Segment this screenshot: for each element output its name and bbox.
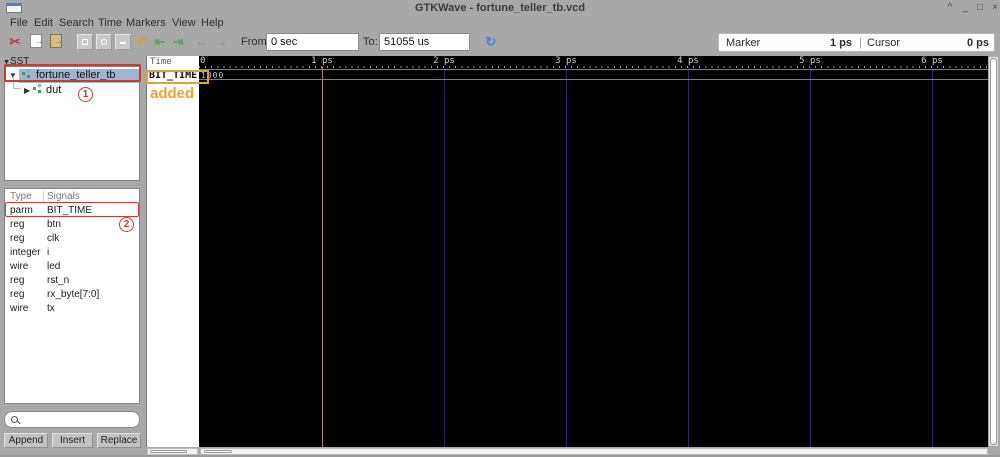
expander-right-icon[interactable]: ▶ (24, 83, 30, 98)
zoom-fit-icon[interactable] (77, 34, 93, 50)
annotation-box-tree-selection (4, 64, 141, 82)
zoom-in-icon[interactable] (96, 34, 112, 50)
signal-row-clk[interactable]: reg clk (5, 232, 139, 246)
zoom-to-start-icon[interactable]: ⇤ (152, 34, 168, 51)
vscroll-thumb[interactable] (990, 58, 997, 445)
annotation-box-added-trace (146, 70, 209, 84)
waveform-canvas[interactable]: 0 1 ps 2 ps 3 ps 4 ps 5 ps 6 ps 1000 (199, 56, 988, 447)
zoom-to-end-icon[interactable]: ⇥ (170, 34, 186, 51)
signal-row-led[interactable]: wire led (5, 260, 139, 274)
gridline (444, 68, 445, 447)
to-label: To: (363, 36, 378, 48)
tick-2ps: 2 ps (433, 56, 455, 66)
signal-row-rx-byte[interactable]: reg rx_byte[7:0] (5, 288, 139, 302)
signal-row-rst-n[interactable]: reg rst_n (5, 274, 139, 288)
sst-tree: ▼ fortune_teller_tb ▶ dut (4, 66, 140, 181)
wave-hscroll-thumb[interactable] (204, 450, 232, 453)
cursor-label: Cursor (867, 37, 901, 49)
paste-traces-icon[interactable]: → (50, 34, 64, 48)
zoom-undo-icon[interactable]: ↶ (134, 34, 150, 51)
gridline (810, 68, 811, 447)
reload-icon[interactable]: ↻ (483, 34, 499, 51)
tick-1ps: 1 ps (311, 56, 333, 66)
menu-bar: File Edit Search Time Markers View Help (0, 16, 1000, 31)
menu-time[interactable]: Time (98, 16, 122, 31)
wave-vertical-scrollbar[interactable] (988, 56, 999, 447)
menu-view[interactable]: View (172, 16, 196, 31)
annotation-circle-2: 2 (119, 217, 134, 232)
close-button[interactable]: × (988, 1, 1000, 14)
zoom-out-icon[interactable] (115, 34, 131, 50)
wave-horizontal-scrollbar[interactable] (200, 448, 988, 455)
shade-button[interactable]: ^ (943, 1, 957, 14)
annotation-added-label: added (150, 85, 195, 102)
tick-5ps: 5 ps (799, 56, 821, 66)
shift-left-icon[interactable]: ← (194, 34, 210, 51)
annotation-box-bit-time-row (5, 202, 139, 217)
gridline (932, 68, 933, 447)
from-input[interactable] (266, 33, 359, 51)
menu-edit[interactable]: Edit (34, 16, 53, 31)
signal-filter-input[interactable] (22, 413, 132, 426)
names-hscroll-thumb[interactable] (150, 450, 187, 453)
cut-traces-icon[interactable]: ✂ (7, 34, 23, 51)
window-title: GTKWave - fortune_teller_tb.vcd (414, 2, 586, 14)
tree-item-label[interactable]: dut (46, 83, 61, 98)
tree-item-dut[interactable]: ▶ dut (5, 83, 139, 98)
title-bar: GTKWave - fortune_teller_tb.vcd ^ _ □ × (0, 0, 1000, 16)
signal-filter[interactable] (4, 411, 140, 428)
cursor-value: 0 ps (966, 37, 989, 49)
marker-cursor-readout: Marker 1 ps | Cursor 0 ps (718, 33, 995, 52)
toolbar: ✂ → → ↶ ⇤ ⇥ ← → From: To: ↻ Marker 1 ps … (0, 31, 1000, 56)
copy-traces-icon[interactable]: → (30, 34, 44, 48)
maximize-button[interactable]: □ (973, 1, 987, 14)
menu-help[interactable]: Help (201, 16, 224, 31)
marker-label: Marker (726, 37, 761, 49)
signal-row-i[interactable]: integer i (5, 246, 139, 260)
timeline-ruler[interactable]: 0 1 ps 2 ps 3 ps 4 ps 5 ps 6 ps (199, 56, 988, 68)
gridline (566, 68, 567, 447)
shift-right-icon[interactable]: → (213, 34, 229, 51)
bit-time-bus-trace[interactable]: 1000 (199, 69, 988, 80)
tick-6ps: 6 ps (921, 56, 943, 66)
signals-column-header[interactable]: Signals (47, 191, 80, 202)
insert-button[interactable]: Insert (52, 433, 93, 448)
tick-3ps: 3 ps (555, 56, 577, 66)
names-horizontal-scrollbar[interactable] (147, 448, 198, 455)
append-button[interactable]: Append (4, 433, 48, 448)
to-input[interactable] (379, 33, 470, 51)
signal-row-tx[interactable]: wire tx (5, 302, 139, 316)
marker-value: 1 ps (829, 37, 852, 49)
module-icon (33, 87, 43, 95)
marker-cursor-separator: | (859, 37, 862, 49)
tick-4ps: 4 ps (677, 56, 699, 66)
minimize-button[interactable]: _ (958, 1, 972, 14)
names-header: Time (150, 57, 172, 67)
wave-names-pane: Time BIT_TIME =10 (146, 56, 221, 447)
primary-marker-line[interactable] (322, 67, 323, 447)
type-column-header[interactable]: Type (10, 191, 32, 202)
menu-search[interactable]: Search (59, 16, 94, 31)
menu-markers[interactable]: Markers (126, 16, 166, 31)
timeline-origin: 0 (200, 56, 206, 66)
gridline (688, 68, 689, 447)
column-divider (43, 191, 44, 202)
replace-button[interactable]: Replace (97, 433, 141, 448)
menu-file[interactable]: File (10, 16, 28, 31)
annotation-circle-1: 1 (78, 87, 93, 102)
search-icon (11, 416, 18, 423)
